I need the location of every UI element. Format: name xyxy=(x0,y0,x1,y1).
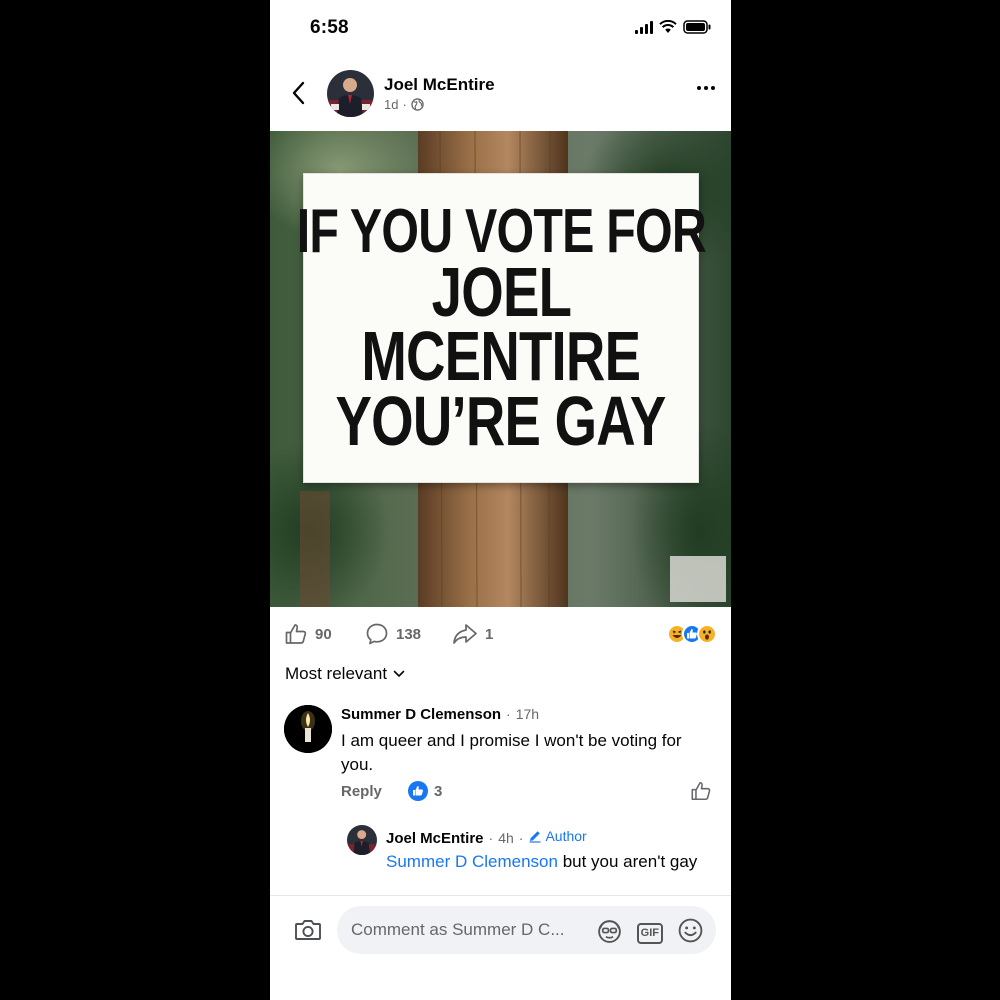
battery-icon xyxy=(683,20,711,34)
commenter-name[interactable]: Summer D Clemenson xyxy=(341,706,501,723)
reply-author-name[interactable]: Joel McEntire xyxy=(386,830,484,847)
sign-line-3: MCENTIRE xyxy=(361,317,642,396)
comment-like-button[interactable] xyxy=(690,780,712,807)
sign-line-2: JOEL xyxy=(431,252,571,331)
commenter-avatar[interactable] xyxy=(284,705,332,753)
reply-header: Joel McEntire · 4h · Author xyxy=(386,828,587,847)
comment-input[interactable] xyxy=(351,906,601,954)
comment-button[interactable]: 138 xyxy=(365,622,421,646)
reply-time: 4h xyxy=(498,830,514,846)
comment-box: GIF xyxy=(337,906,716,954)
thumbs-up-icon xyxy=(285,624,307,644)
camera-button[interactable] xyxy=(294,918,322,947)
more-options-button[interactable] xyxy=(697,86,715,90)
post-time[interactable]: 1d xyxy=(384,97,398,112)
chevron-left-icon xyxy=(292,81,305,105)
emoji-button[interactable] xyxy=(677,917,704,949)
status-time: 6:58 xyxy=(310,17,349,38)
like-button[interactable]: 90 xyxy=(284,622,332,646)
meta-separator: · xyxy=(402,97,407,112)
reply-mention[interactable]: Summer D Clemenson xyxy=(386,852,558,871)
smiley-icon xyxy=(678,918,703,943)
author-badge-label: Author xyxy=(545,828,587,844)
share-arrow-icon xyxy=(453,624,477,644)
comment-bubble-icon xyxy=(366,623,388,645)
comment-sort-dropdown[interactable]: Most relevant xyxy=(285,664,405,684)
cellular-signal-icon xyxy=(635,20,653,34)
post-author-name[interactable]: Joel McEntire xyxy=(384,75,495,95)
reaction-summary[interactable] xyxy=(667,624,717,644)
share-button[interactable]: 1 xyxy=(452,622,493,646)
back-button[interactable] xyxy=(286,78,310,108)
author-badge: Author xyxy=(528,828,587,844)
gif-button[interactable]: GIF xyxy=(636,922,663,944)
comment-like-summary[interactable]: 3 xyxy=(408,781,442,801)
reply-author-avatar[interactable] xyxy=(347,825,377,855)
sort-label: Most relevant xyxy=(285,664,388,683)
post-meta: 1d · xyxy=(384,97,424,112)
post-header: Joel McEntire 1d · xyxy=(270,66,731,126)
pencil-icon xyxy=(529,831,541,843)
sign-line-1: IF YOU VOTE FOR xyxy=(296,196,706,266)
status-bar: 6:58 xyxy=(270,0,731,60)
reply-body: but you aren't gay xyxy=(562,852,698,871)
reply-text: Summer D Clemenson but you aren't gay xyxy=(386,850,706,874)
post-photo[interactable]: IF YOU VOTE FOR JOEL MCENTIRE YOU’RE GAY xyxy=(270,131,731,607)
avatar-sticker-button[interactable] xyxy=(596,917,623,949)
comment-actions: Reply 3 xyxy=(341,780,716,804)
comment-count: 138 xyxy=(396,625,422,643)
share-count: 1 xyxy=(485,625,494,643)
reply-button[interactable]: Reply xyxy=(341,783,382,800)
comment-composer: GIF xyxy=(270,895,731,1000)
chevron-down-icon xyxy=(393,670,405,678)
sign: IF YOU VOTE FOR JOEL MCENTIRE YOU’RE GAY xyxy=(296,173,706,483)
sign-line-4: YOU’RE GAY xyxy=(335,381,667,460)
wow-reaction-icon xyxy=(697,624,717,644)
comment-time: 17h xyxy=(515,706,540,722)
phone-screen: 6:58 Joel McEntire 1d · IF YOU VOTE FOR … xyxy=(270,0,731,1000)
author-avatar[interactable] xyxy=(327,70,374,117)
wifi-icon xyxy=(659,20,677,33)
like-count: 90 xyxy=(315,625,332,643)
comment-text: I am queer and I promise I won't be voti… xyxy=(341,731,682,774)
camera-icon xyxy=(295,920,321,940)
like-reaction-icon xyxy=(408,781,428,801)
comment-header: Summer D Clemenson · 17h xyxy=(341,706,540,723)
status-icons xyxy=(635,20,711,34)
avatar-sticker-icon xyxy=(597,920,621,943)
thumbs-up-icon xyxy=(691,781,711,801)
globe-icon xyxy=(411,98,424,111)
comment-like-count: 3 xyxy=(434,782,443,800)
reactions-bar: 90 138 1 xyxy=(270,612,731,656)
composer-icons: GIF xyxy=(596,917,704,949)
